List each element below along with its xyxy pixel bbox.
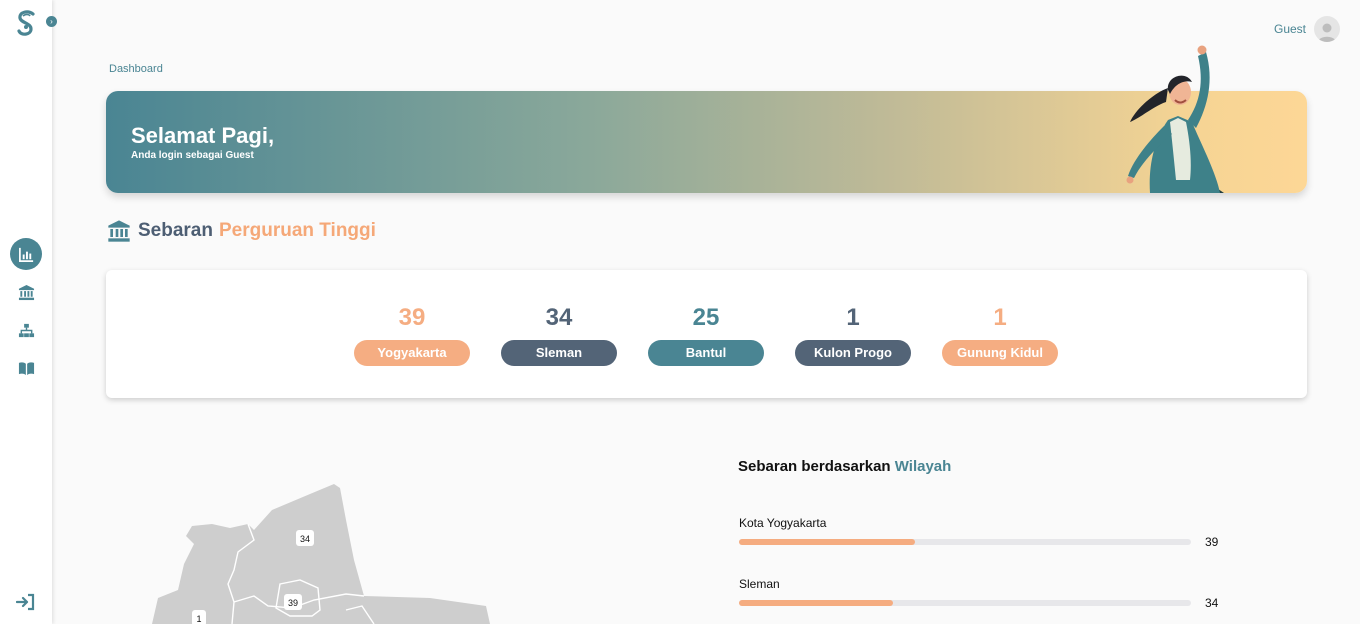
stat-label-button[interactable]: Bantul xyxy=(648,340,764,366)
section-title-accent: Perguruan Tinggi xyxy=(218,220,376,241)
sidebar-item-struktur[interactable] xyxy=(10,314,42,346)
stat-label-button[interactable]: Yogyakarta xyxy=(354,340,470,366)
region-progress-fill xyxy=(739,600,893,606)
stat-label-button[interactable]: Gunung Kidul xyxy=(942,340,1058,366)
avatar[interactable] xyxy=(1314,16,1340,42)
stat-value: 34 xyxy=(545,304,573,331)
stats-card: 39 Yogyakarta 34 Sleman 25 Bantul 1 Kulo… xyxy=(106,270,1307,398)
stat-label-button[interactable]: Kulon Progo xyxy=(795,340,911,366)
region-progress-fill xyxy=(739,539,916,545)
region-progress-track xyxy=(739,600,1191,606)
region-section-title: Sebaran berdasarkan Wilayah xyxy=(738,458,951,475)
map-label: 39 xyxy=(288,598,298,608)
stat-value: 1 xyxy=(993,304,1007,331)
sitemap-icon xyxy=(18,323,34,337)
region-value: 39 xyxy=(1205,535,1219,549)
chevron-right-icon: › xyxy=(50,17,53,26)
stat-value: 1 xyxy=(846,304,860,331)
map-label: 34 xyxy=(300,534,310,544)
sidebar: › xyxy=(0,0,57,624)
region-progress-track xyxy=(739,539,1191,545)
region-title-accent: Wilayah xyxy=(894,458,952,475)
sidebar-expand-button[interactable]: › xyxy=(46,16,57,27)
sidebar-item-perguruan-tinggi[interactable] xyxy=(10,276,42,308)
user-avatar-icon xyxy=(1318,23,1336,42)
user-name: Guest xyxy=(1273,22,1306,36)
user-menu[interactable]: Guest xyxy=(1274,16,1340,42)
stat-gunung-kidul: 1 Gunung Kidul xyxy=(942,304,1058,366)
app-logo[interactable] xyxy=(14,10,38,38)
region-name: Sleman xyxy=(739,577,780,591)
sidebar-item-dashboard[interactable] xyxy=(10,238,42,270)
region-title-main: Sebaran berdasarkan xyxy=(738,458,891,475)
region-name: Kota Yogyakarta xyxy=(739,516,827,530)
region-row: Kota Yogyakarta 39 xyxy=(739,516,1219,549)
map-label: 1 xyxy=(196,614,201,624)
sign-in-icon[interactable] xyxy=(16,593,36,611)
welcome-illustration xyxy=(1126,45,1224,193)
sidebar-item-buku[interactable] xyxy=(10,352,42,384)
breadcrumb[interactable]: Dashboard xyxy=(109,63,163,75)
region-row: Sleman 34 xyxy=(739,577,1219,610)
stat-value: 25 xyxy=(692,304,720,331)
stat-value: 39 xyxy=(398,304,426,331)
section-title-main: Sebaran xyxy=(138,220,213,241)
banner-title: Selamat Pagi, xyxy=(131,123,275,148)
stat-yogyakarta: 39 Yogyakarta xyxy=(354,304,470,366)
stat-sleman: 34 Sleman xyxy=(501,304,617,366)
stat-kulon-progo: 1 Kulon Progo xyxy=(795,304,911,366)
chart-icon xyxy=(18,247,33,262)
region-map[interactable]: 34 39 1 xyxy=(150,480,490,624)
region-value: 34 xyxy=(1205,596,1219,610)
section-title: Sebaran Perguruan Tinggi xyxy=(106,219,376,243)
university-icon xyxy=(108,220,130,242)
banner-subtitle: Anda login sebagai Guest xyxy=(131,150,254,161)
stat-label-button[interactable]: Sleman xyxy=(501,340,617,366)
university-icon xyxy=(18,284,34,300)
book-icon xyxy=(18,361,34,375)
stat-bantul: 25 Bantul xyxy=(648,304,764,366)
map-region-shape[interactable] xyxy=(152,484,490,624)
